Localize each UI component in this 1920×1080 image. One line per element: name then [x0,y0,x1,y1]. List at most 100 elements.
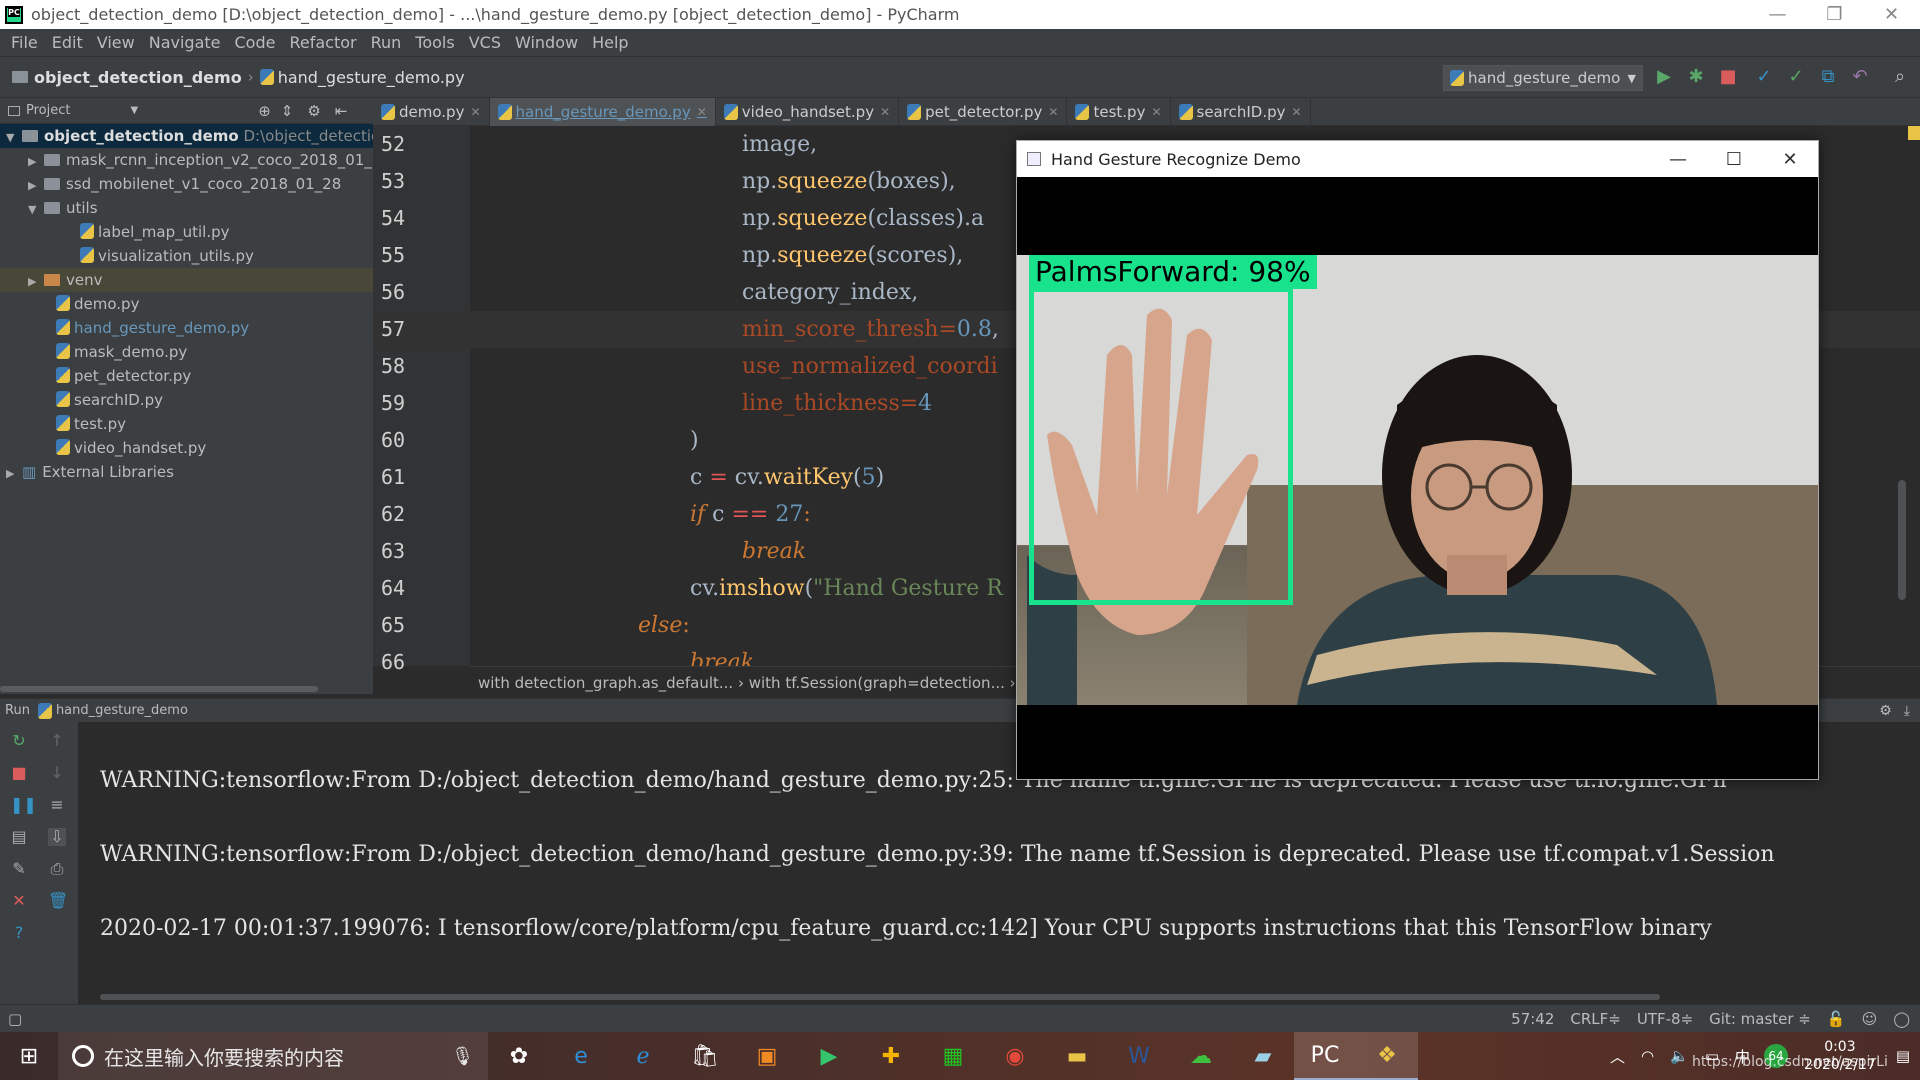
close-icon[interactable]: ✕ [697,105,707,119]
edge-icon[interactable]: ℯ [612,1032,674,1080]
tree-item-video-handset[interactable]: video_handset.py [56,436,206,460]
tree-item-venv[interactable]: ▶ venv [0,268,373,292]
gear-icon[interactable]: ⚙ [1879,703,1892,719]
menu-run[interactable]: Run [364,33,409,52]
revert-icon[interactable]: ↶ [1848,65,1872,89]
file-encoding[interactable]: UTF-8≑ [1637,1010,1693,1028]
tree-item-mask-demo[interactable]: mask_demo.py [56,340,187,364]
close-button[interactable]: ✕ [1762,149,1818,170]
sticky-app-icon[interactable]: ✚ [860,1032,922,1080]
taskbar-app-icon[interactable]: ✿ [488,1032,550,1080]
volume-icon[interactable]: 🔈 [1670,1047,1689,1065]
chevron-down-icon[interactable]: ▼ [130,105,138,116]
minimize-button[interactable]: — [1650,149,1706,170]
menu-help[interactable]: Help [585,33,635,52]
warning-marker-icon[interactable] [1908,126,1920,140]
hide-icon[interactable]: ⇤ [335,102,348,120]
tree-item-searchid[interactable]: searchID.py [56,388,163,412]
pycharm-icon[interactable]: PC [1294,1032,1356,1080]
chrome-icon[interactable]: ◉ [984,1032,1046,1080]
tree-item-visualization-utils[interactable]: visualization_utils.py [80,244,254,268]
tree-root[interactable]: ▼ object_detection_demo D:\object_detecti… [0,124,380,148]
menu-view[interactable]: View [90,33,142,52]
close-button[interactable]: ✕ [1863,4,1920,25]
opencv-title-bar[interactable]: Hand Gesture Recognize Demo — ☐ ✕ [1017,141,1818,177]
print-icon[interactable]: ⎙ [48,860,66,878]
tab-test[interactable]: test.py ✕ [1067,98,1171,126]
maximize-button[interactable]: ❐ [1806,4,1863,25]
menu-vcs[interactable]: VCS [462,33,508,52]
menu-window[interactable]: Window [508,33,585,52]
tree-item-hand-gesture-demo[interactable]: hand_gesture_demo.py [56,316,249,340]
taskbar-search[interactable]: 在这里输入你要搜索的内容 🎙 [58,1032,488,1080]
history-icon[interactable]: ⧉ [1816,65,1840,89]
tree-item-test[interactable]: test.py [56,412,126,436]
rerun-icon[interactable]: ↻ [10,732,28,750]
debug-icon[interactable]: ✱ [1684,65,1708,89]
cursor-position[interactable]: 57:42 [1511,1010,1554,1028]
tree-item-external-libraries[interactable]: ▶ ▥ External Libraries [6,460,174,484]
word-icon[interactable]: W [1108,1032,1170,1080]
opencv-window[interactable]: Hand Gesture Recognize Demo — ☐ ✕ PalmsF… [1016,140,1819,780]
tab-hand-gesture-demo[interactable]: hand_gesture_demo.py ✕ [489,98,716,126]
hide-icon[interactable]: ⤓ [1904,703,1910,719]
stop-icon[interactable]: ■ [1716,65,1740,89]
horizontal-scrollbar[interactable] [0,686,318,692]
maximize-button[interactable]: ☐ [1706,149,1762,170]
vertical-scrollbar[interactable] [1898,480,1906,600]
notes-icon[interactable]: ▰ [1232,1032,1294,1080]
horizontal-scrollbar[interactable] [100,994,1660,1000]
tab-video-handset[interactable]: video_handset.py ✕ [716,98,900,126]
project-header-label[interactable]: Project [26,103,70,118]
layout-icon[interactable]: ▤ [10,828,28,846]
panel-toggle-icon[interactable]: ▢ [8,1010,22,1028]
up-icon[interactable]: ↑ [48,732,66,750]
run-icon[interactable]: ▶ [1652,65,1676,89]
python-icon[interactable]: ❖ [1356,1032,1418,1080]
git-branch[interactable]: Git: master ≑ [1709,1010,1811,1028]
tree-item-mask-rcnn[interactable]: ▶ mask_rcnn_inception_v2_coco_2018_01_ [28,148,372,172]
gear-icon[interactable]: ⚙ [307,102,320,120]
nav-crumb-file[interactable]: hand_gesture_demo.py [259,68,465,87]
collapse-icon[interactable]: ⇕ [281,102,294,120]
close-icon[interactable]: ✕ [470,105,480,119]
tree-item-label-map-util[interactable]: label_map_util.py [80,220,230,244]
stop-icon[interactable]: ■ [10,764,28,782]
line-separator[interactable]: CRLF≑ [1570,1010,1620,1028]
tree-item-demo[interactable]: demo.py [56,292,139,316]
tree-item-ssd-mobilenet[interactable]: ▶ ssd_mobilenet_v1_coco_2018_01_28 [28,172,341,196]
scroll-end-icon[interactable]: ⇩ [48,828,66,846]
nav-crumb-project[interactable]: object_detection_demo [12,68,242,87]
microphone-icon[interactable]: 🎙 [451,1046,474,1067]
menu-file[interactable]: File [4,33,45,52]
tree-item-utils[interactable]: ▼ utils [28,196,98,220]
menu-code[interactable]: Code [228,33,283,52]
close-icon[interactable]: ✕ [10,892,28,910]
search-icon[interactable]: ⌕ [1888,65,1912,89]
store-icon[interactable]: 🛍 [674,1032,736,1080]
run-config-select[interactable]: hand_gesture_demo ▼ [1443,65,1643,91]
close-icon[interactable]: ✕ [1151,105,1161,119]
close-icon[interactable]: ✕ [880,105,890,119]
close-icon[interactable]: ✕ [1291,105,1301,119]
pin-icon[interactable]: ✎ [10,860,28,878]
tab-pet-detector[interactable]: pet_detector.py ✕ [899,98,1068,126]
menu-refactor[interactable]: Refactor [282,33,363,52]
lock-icon[interactable]: 🔓 [1827,1010,1846,1028]
menu-edit[interactable]: Edit [45,33,90,52]
network-icon[interactable]: ◠ [1641,1047,1654,1065]
wrap-icon[interactable]: ≡ [48,796,66,814]
menu-tools[interactable]: Tools [408,33,461,52]
tab-searchid[interactable]: searchID.py ✕ [1171,98,1311,126]
chevron-up-icon[interactable]: ︿ [1610,1046,1625,1067]
tree-item-pet-detector[interactable]: pet_detector.py [56,364,191,388]
video-player-icon[interactable]: ▶ [798,1032,860,1080]
help-icon[interactable]: ? [10,924,28,942]
tab-demo[interactable]: demo.py ✕ [373,98,490,126]
mango-icon[interactable]: ▣ [736,1032,798,1080]
minimize-button[interactable]: — [1749,4,1806,25]
locate-icon[interactable]: ⊕ [258,102,271,120]
trash-icon[interactable]: 🗑 [48,892,68,910]
pause-icon[interactable]: ❚❚ [10,796,37,814]
inspector-icon[interactable]: ☺ [1862,1010,1878,1028]
